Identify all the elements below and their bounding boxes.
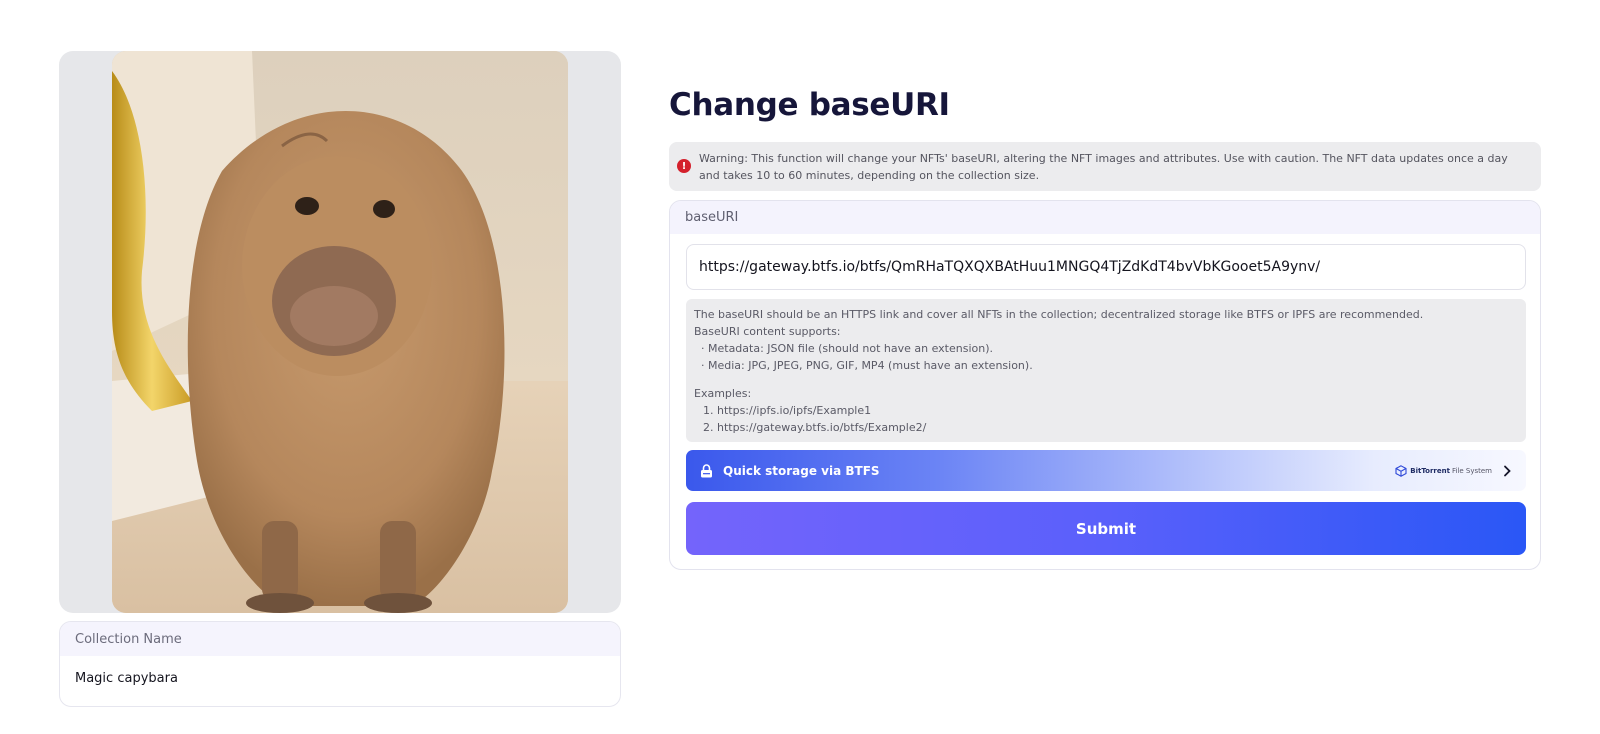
btfs-brand-suffix: File System [1451, 466, 1492, 475]
quick-storage-btfs-button[interactable]: Quick storage via BTFS BitTorrent File S… [686, 450, 1526, 491]
chevron-right-icon [1504, 465, 1511, 476]
submit-button[interactable]: Submit [686, 502, 1526, 555]
page-title: Change baseURI [669, 87, 950, 123]
nft-preview-card [59, 51, 621, 613]
baseuri-help: The baseURI should be an HTTPS link and … [686, 299, 1526, 442]
collection-name-value: Magic capybara [75, 671, 178, 686]
btfs-brand-name: BitTorrent [1410, 466, 1450, 475]
collection-info-card: Collection Name Magic capybara [59, 621, 621, 707]
page: Collection Name Magic capybara Change ba… [0, 0, 1600, 734]
example-item: 2. https://gateway.btfs.io/btfs/Example2… [703, 421, 927, 434]
warning-text: Warning: This function will change your … [699, 152, 1508, 182]
exclamation-circle-icon: ! [677, 159, 691, 173]
quick-storage-label: Quick storage via BTFS [723, 463, 880, 478]
help-line: BaseURI content supports: [694, 325, 841, 338]
baseuri-form: baseURI The baseURI should be an HTTPS l… [669, 200, 1541, 570]
nft-preview-image [112, 51, 568, 613]
baseuri-input[interactable] [686, 244, 1526, 290]
examples-label: Examples: [694, 387, 752, 400]
help-line: The baseURI should be an HTTPS link and … [694, 308, 1424, 321]
example-item: 1. https://ipfs.io/ipfs/Example1 [703, 404, 872, 417]
help-bullet: · Media: JPG, JPEG, PNG, GIF, MP4 (must … [701, 359, 1033, 372]
btfs-cube-icon [1395, 464, 1407, 477]
collection-name-label: Collection Name [60, 622, 620, 656]
baseuri-label: baseURI [670, 201, 1540, 234]
btfs-logo: BitTorrent File System [1395, 464, 1492, 477]
lock-icon [701, 463, 712, 477]
warning-banner: ! Warning: This function will change you… [669, 142, 1541, 191]
help-bullet: · Metadata: JSON file (should not have a… [701, 342, 993, 355]
